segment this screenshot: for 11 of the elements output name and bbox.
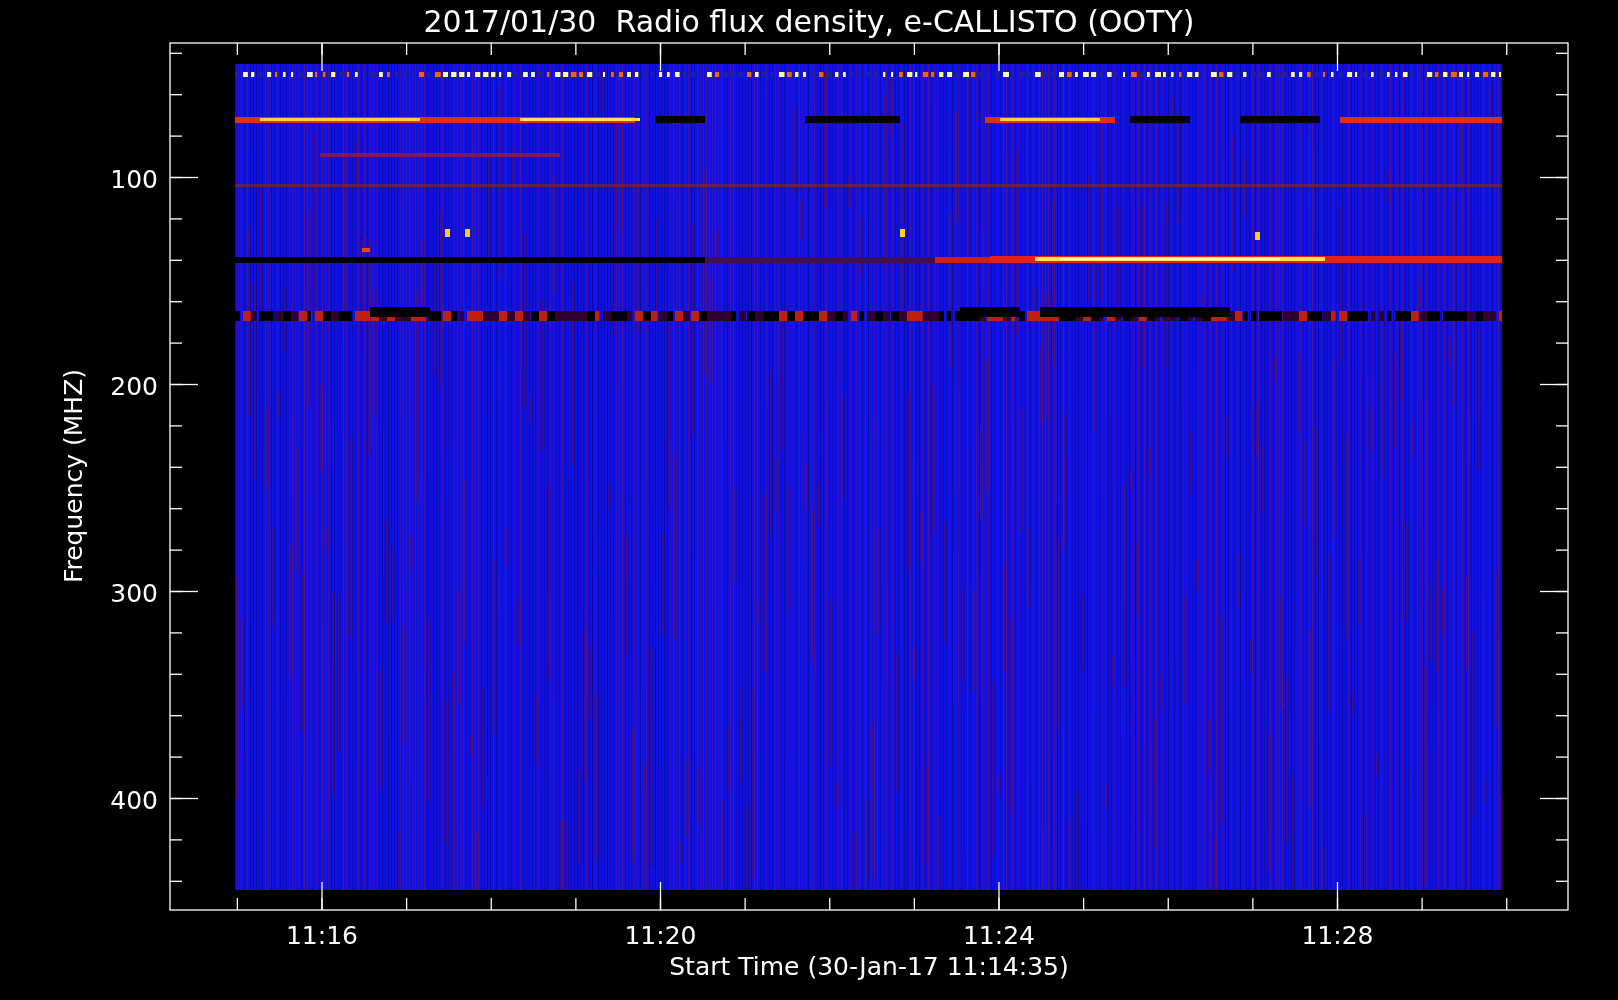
x-tick-label: 11:28 bbox=[1301, 921, 1374, 950]
x-axis-label: Start Time (30-Jan-17 11:14:35) bbox=[669, 952, 1069, 981]
x-tick-label: 11:20 bbox=[624, 921, 697, 950]
y-axis-label: Frequency (MHZ) bbox=[59, 368, 88, 584]
chart-title: 2017/01/30 Radio flux density, e-CALLISTO (OOTY) bbox=[423, 4, 1195, 39]
x-tick-label: 11:24 bbox=[963, 921, 1035, 950]
y-tick-label: 200 bbox=[110, 371, 158, 401]
y-tick-label: 300 bbox=[110, 578, 158, 608]
x-tick-label: 11:16 bbox=[286, 921, 358, 950]
y-tick-label: 400 bbox=[110, 785, 158, 815]
y-tick-label: 100 bbox=[110, 164, 158, 194]
